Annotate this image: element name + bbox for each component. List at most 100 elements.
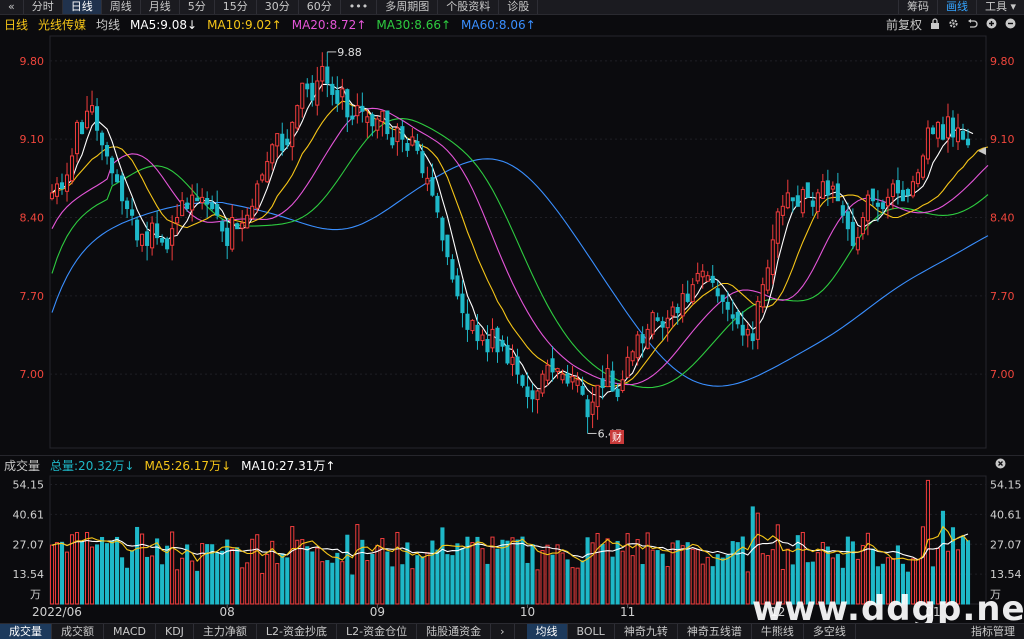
candle-body: [575, 379, 580, 386]
candle-body: [820, 181, 825, 199]
volume-bar: [165, 545, 170, 605]
volume-unit-left: 万: [30, 588, 41, 601]
undo-icon[interactable]: [967, 18, 978, 32]
candle-body: [865, 194, 870, 222]
draw-line-button[interactable]: 画线: [936, 0, 976, 14]
tab-northbound[interactable]: 陆股通资金: [417, 624, 492, 639]
candle-body: [615, 388, 620, 398]
volume-tick-right: 40.61: [990, 508, 1022, 521]
candle-body: [815, 192, 820, 212]
tools-menu-button[interactable]: 工具 ▾: [975, 0, 1024, 14]
ma-label[interactable]: 均线: [96, 16, 120, 33]
tab-macd[interactable]: MACD: [104, 624, 156, 639]
candle-body: [655, 317, 660, 321]
price-tick-right: 8.40: [990, 212, 1015, 225]
more-periods-button[interactable]: •••: [341, 0, 378, 14]
tab-long-short[interactable]: 多空线: [804, 624, 856, 639]
candle-body: [360, 105, 365, 112]
tab-period-6[interactable]: 30分: [257, 0, 299, 14]
zoom-in-icon[interactable]: [986, 18, 997, 32]
volume-bar: [105, 543, 110, 605]
settings-icon[interactable]: [948, 18, 959, 32]
volume-bar: [460, 547, 465, 605]
candle-body: [790, 197, 795, 202]
volume-bar: [130, 550, 135, 605]
top-toolbar: « 分时 日线 周线 月线 5分 15分 30分 60分 ••• 多周期图 个股…: [0, 0, 1024, 15]
candle-body: [145, 231, 150, 246]
tab-period-7[interactable]: 60分: [299, 0, 341, 14]
tab-l2-bottom[interactable]: L2-资金抄底: [257, 624, 338, 639]
volume-bar: [230, 548, 235, 605]
tab-period-4[interactable]: 5分: [180, 0, 215, 14]
candle-body: [285, 138, 290, 146]
candle-body: [830, 185, 835, 190]
tabs-scroll-icon[interactable]: ›: [491, 624, 515, 639]
volume-bar: [190, 560, 195, 605]
volume-bar: [705, 556, 710, 605]
tab-ma[interactable]: 均线: [526, 624, 568, 639]
volume-bar: [590, 542, 595, 605]
tab-main-net[interactable]: 主力净额: [194, 624, 257, 639]
volume-bar: [535, 569, 540, 605]
candle-body: [260, 174, 265, 181]
candle-body: [205, 197, 210, 205]
diagnosis-button[interactable]: 诊股: [499, 0, 539, 14]
tab-period-2[interactable]: 周线: [102, 0, 141, 14]
tab-magic-nine[interactable]: 神奇九转: [615, 624, 678, 639]
volume-label[interactable]: 成交量: [4, 457, 40, 474]
candle-body: [470, 319, 475, 332]
volume-bar: [715, 554, 720, 605]
volume-bar: [110, 540, 115, 605]
tab-period-0[interactable]: 分时: [24, 0, 63, 14]
candle-body: [170, 228, 175, 246]
candle-body: [185, 202, 190, 210]
multi-period-button[interactable]: 多周期图: [377, 0, 439, 14]
nav-back-icon[interactable]: «: [0, 0, 24, 14]
zoom-out-icon[interactable]: [1005, 18, 1016, 32]
candle-body: [950, 117, 956, 138]
volume-bar: [400, 564, 405, 605]
candle-body: [925, 127, 931, 160]
volume-bar: [640, 564, 645, 605]
close-icon[interactable]: [995, 458, 1006, 472]
candle-body: [535, 390, 540, 401]
price-chart[interactable]: 9.80 9.80 9.10 9.10 8.40 8.40 7.70 7.70 7.00 7.00…: [0, 34, 1024, 454]
lock-icon[interactable]: [930, 17, 940, 32]
chips-button[interactable]: 筹码: [897, 0, 937, 14]
candle-body: [965, 138, 971, 146]
stock-info-button[interactable]: 个股资料: [438, 0, 500, 14]
tab-kdj[interactable]: KDJ: [156, 624, 194, 639]
candle-body: [425, 177, 430, 185]
tab-l2-position[interactable]: L2-资金仓位: [337, 624, 418, 639]
tab-volume[interactable]: 成交量: [0, 624, 52, 639]
tab-period-1[interactable]: 日线: [62, 0, 102, 14]
candle-body: [740, 324, 745, 336]
candle-body: [64, 174, 70, 192]
tab-bull-bear[interactable]: 牛熊线: [752, 624, 804, 639]
volume-bar: [485, 563, 490, 605]
candle-body: [395, 127, 400, 143]
tab-period-5[interactable]: 15分: [215, 0, 257, 14]
candle-body: [710, 275, 715, 283]
event-label: 财: [612, 431, 622, 444]
candle-body: [320, 65, 325, 82]
candle-body: [465, 313, 470, 330]
tab-period-3[interactable]: 月线: [141, 0, 180, 14]
adjust-button[interactable]: 前复权: [886, 16, 922, 33]
candle-body: [74, 121, 80, 155]
volume-bar: [425, 552, 430, 605]
stock-name[interactable]: 光线传媒: [38, 16, 86, 33]
candle-body: [650, 312, 655, 335]
tab-magic-five[interactable]: 神奇五线谱: [678, 624, 752, 639]
tab-turnover[interactable]: 成交额: [52, 624, 104, 639]
candle-body: [690, 284, 695, 302]
volume-bar: [420, 556, 425, 605]
candle-body: [685, 293, 690, 302]
candle-body: [390, 137, 395, 146]
tab-indicator-manage[interactable]: 指标管理: [962, 624, 1024, 639]
candle-body: [850, 221, 855, 246]
tab-boll[interactable]: BOLL: [568, 624, 615, 639]
candle-body: [69, 155, 75, 182]
volume-bar: [385, 551, 390, 605]
candle-body: [780, 205, 785, 216]
